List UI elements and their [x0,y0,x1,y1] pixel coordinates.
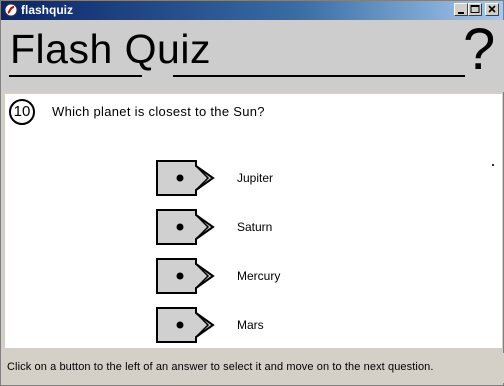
maximize-button[interactable] [468,3,482,16]
answer-button-jupiter[interactable] [156,160,216,196]
answer-label-mercury: Mercury [237,269,281,283]
answer-button-saturn[interactable] [156,209,216,245]
answer-label-saturn: Saturn [237,220,273,234]
app-title: Flash Quiz [10,26,211,72]
title-bar[interactable]: flashquiz [1,1,503,20]
close-button[interactable] [485,3,499,16]
window-title: flashquiz [21,3,74,17]
question-panel: 10 Which planet is closest to the Sun? J… [5,94,502,348]
app-window: flashquiz Flash Quiz ? 10 Which planet i… [0,0,504,386]
status-bar: Click on a button to the left of an answ… [1,353,504,383]
answer-button-mars[interactable] [156,307,216,343]
header-divider-right [173,75,465,77]
answer-button-mercury[interactable] [156,258,216,294]
help-icon[interactable]: ? [463,20,495,80]
question-text: Which planet is closest to the Sun? [52,104,265,119]
answer-label-mars: Mars [237,318,264,332]
close-icon [488,5,496,13]
quiz-header: Flash Quiz ? [2,20,504,92]
minimize-icon [458,12,464,14]
maximize-icon [470,5,480,13]
minimize-button[interactable] [454,3,468,16]
answer-label-jupiter: Jupiter [237,171,274,185]
status-instructions: Click on a button to the left of an answ… [7,361,434,373]
header-divider-left [9,75,142,77]
flash-app-icon [4,3,18,17]
question-number-badge: 10 [9,99,35,125]
stray-dot [492,164,494,166]
